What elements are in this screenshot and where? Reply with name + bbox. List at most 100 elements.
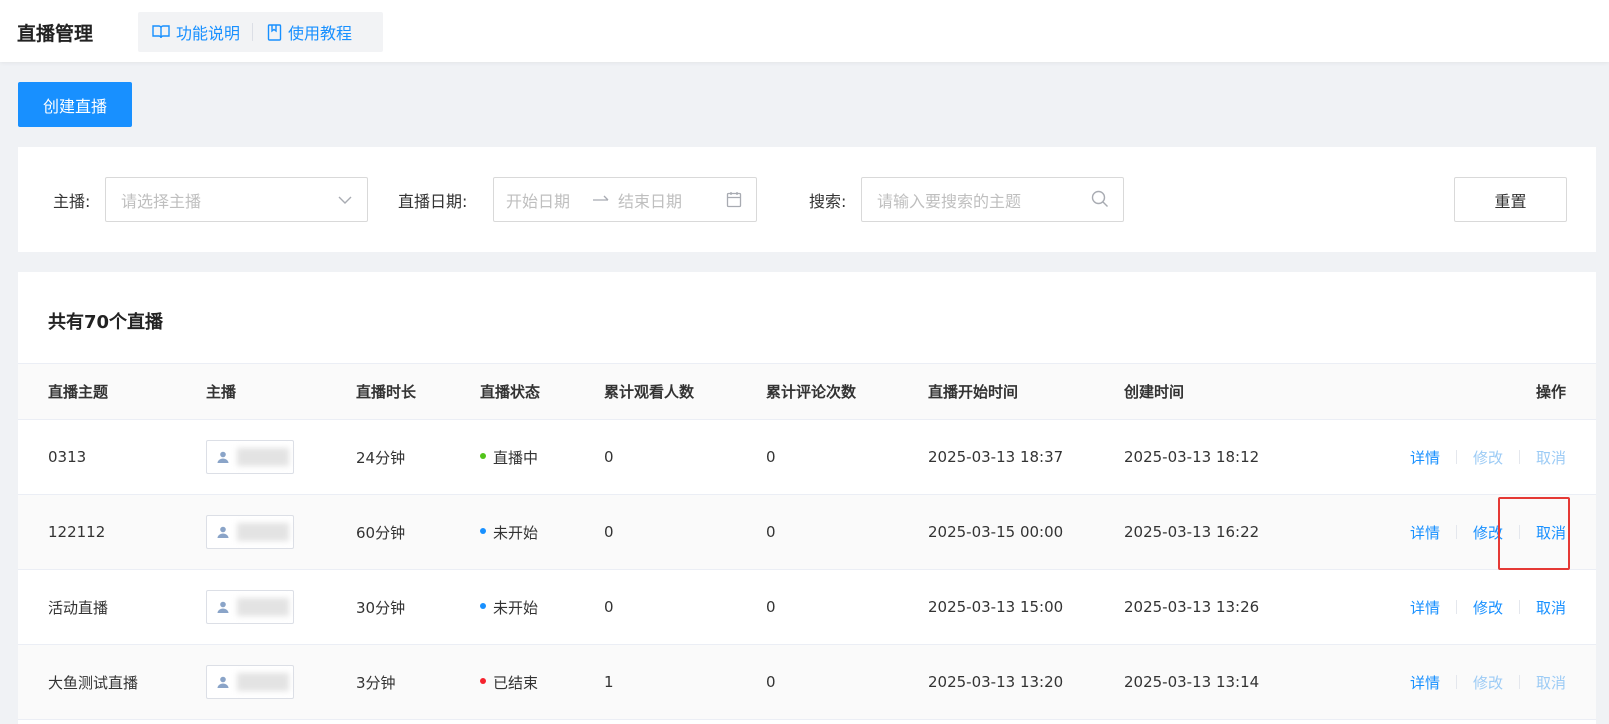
col-actions: 操作 [1354,363,1596,420]
divider [1455,450,1457,464]
divider [1518,675,1520,689]
divider [1455,675,1457,689]
start-date-input[interactable]: 开始日期 [494,188,570,212]
help-links: 功能说明 使用教程 [138,12,383,52]
edit-link: 修改 [1472,673,1503,692]
divider [1518,600,1520,614]
status-dot [480,528,486,534]
table-row: 0313 24分钟 直播中 0 0 2025-03-13 18:37 2025-03-13 … [18,420,1596,495]
row-actions: 详情 修改 取消 [1410,447,1566,468]
row-created-time: 2025-03-13 18:12 [1124,448,1260,466]
anchor-avatar-redacted [237,598,289,616]
col-anchor: 主播 [206,363,356,420]
live-table: 直播主题 主播 直播时长 直播状态 累计观看人数 累计评论次数 直播开始时间 创… [18,363,1596,720]
row-viewers: 1 [604,673,614,691]
divider [1455,525,1457,539]
row-comments: 0 [766,673,776,691]
anchor-chip [206,665,294,699]
col-start-time: 直播开始时间 [928,363,1124,420]
top-bar: 直播管理 功能说明 使用教程 [0,0,1609,62]
row-created-time: 2025-03-13 13:26 [1124,598,1260,616]
tutorial-link[interactable]: 使用教程 [253,20,352,44]
search-input[interactable]: 请输入要搜索的主题 [861,177,1124,222]
row-status: 未开始 [493,598,539,617]
date-filter-label: 直播日期: [398,192,468,211]
cancel-link[interactable]: 取消 [1536,522,1566,543]
col-status: 直播状态 [480,363,604,420]
user-icon [217,676,229,688]
row-duration: 3分钟 [356,673,396,692]
row-start-time: 2025-03-13 18:37 [928,448,1064,466]
feature-description-link[interactable]: 功能说明 [138,20,240,44]
anchor-avatar-redacted [237,448,289,466]
col-viewers: 累计观看人数 [604,363,766,420]
chevron-down-icon [338,196,352,204]
divider [1518,450,1520,464]
search-label: 搜索: [809,192,847,211]
detail-link[interactable]: 详情 [1410,522,1440,543]
anchor-chip [206,440,294,474]
row-actions: 详情 修改 取消 [1410,522,1566,543]
arrow-right-icon [593,195,609,201]
document-icon [267,23,282,41]
anchor-filter-label: 主播: [53,192,91,211]
anchor-select[interactable]: 请选择主播 [105,177,368,222]
reset-button[interactable]: 重置 [1454,177,1567,222]
divider [1518,525,1520,539]
row-viewers: 0 [604,523,614,541]
cancel-link[interactable]: 取消 [1536,597,1566,618]
row-topic: 0313 [48,448,87,466]
col-topic: 直播主题 [18,363,206,420]
edit-link[interactable]: 修改 [1473,522,1503,543]
detail-link[interactable]: 详情 [1410,672,1440,693]
row-duration: 60分钟 [356,523,406,542]
divider [1455,600,1457,614]
anchor-chip [206,590,294,624]
status-dot [480,678,486,684]
end-date-input[interactable]: 结束日期 [610,188,682,212]
row-viewers: 0 [604,448,614,466]
user-icon [217,451,229,463]
status-dot [480,603,486,609]
table-row: 122112 60分钟 未开始 0 0 2025-03-15 00:00 2025-03-1… [18,494,1596,570]
row-topic: 活动直播 [48,598,109,617]
row-viewers: 0 [604,598,614,616]
anchor-chip [206,515,294,549]
live-list-panel: 共有70个直播 直播主题 主播 直播时长 直播状态 累计观看人数 累计评论次数 … [18,272,1596,724]
status-dot [480,453,486,459]
row-start-time: 2025-03-13 13:20 [928,673,1064,691]
row-duration: 30分钟 [356,598,406,617]
search-icon[interactable] [1091,190,1109,208]
live-count: 共有70个直播 [48,312,164,333]
edit-link[interactable]: 修改 [1473,597,1503,618]
user-icon [217,601,229,613]
anchor-avatar-redacted [237,523,289,541]
table-row: 活动直播 30分钟 未开始 0 0 2025-03-13 15:00 2025-03-13 … [18,570,1596,645]
anchor-select-placeholder: 请选择主播 [121,191,202,211]
col-comments: 累计评论次数 [766,363,928,420]
row-comments: 0 [766,448,776,466]
col-duration: 直播时长 [356,363,480,420]
feature-description-label: 功能说明 [176,24,241,43]
tutorial-label: 使用教程 [288,24,353,43]
row-comments: 0 [766,523,776,541]
anchor-avatar-redacted [237,673,289,691]
col-created-time: 创建时间 [1124,363,1354,420]
row-duration: 24分钟 [356,448,406,467]
date-range-picker[interactable]: 开始日期 结束日期 [493,177,757,222]
page-title: 直播管理 [17,23,94,45]
table-header-row: 直播主题 主播 直播时长 直播状态 累计观看人数 累计评论次数 直播开始时间 创… [18,363,1596,420]
row-start-time: 2025-03-13 15:00 [928,598,1064,616]
book-icon [152,25,170,39]
detail-link[interactable]: 详情 [1410,447,1440,468]
calendar-icon [726,192,742,208]
filter-panel: 主播: 请选择主播 直播日期: 开始日期 结束日期 搜索: 请输入要搜索的主题 … [18,147,1596,252]
row-start-time: 2025-03-15 00:00 [928,523,1064,541]
create-live-button[interactable]: 创建直播 [18,82,132,127]
row-status: 未开始 [493,523,539,542]
row-status: 已结束 [493,673,539,692]
edit-link: 修改 [1472,448,1503,467]
user-icon [217,526,229,538]
detail-link[interactable]: 详情 [1410,597,1440,618]
row-created-time: 2025-03-13 13:14 [1124,673,1260,691]
